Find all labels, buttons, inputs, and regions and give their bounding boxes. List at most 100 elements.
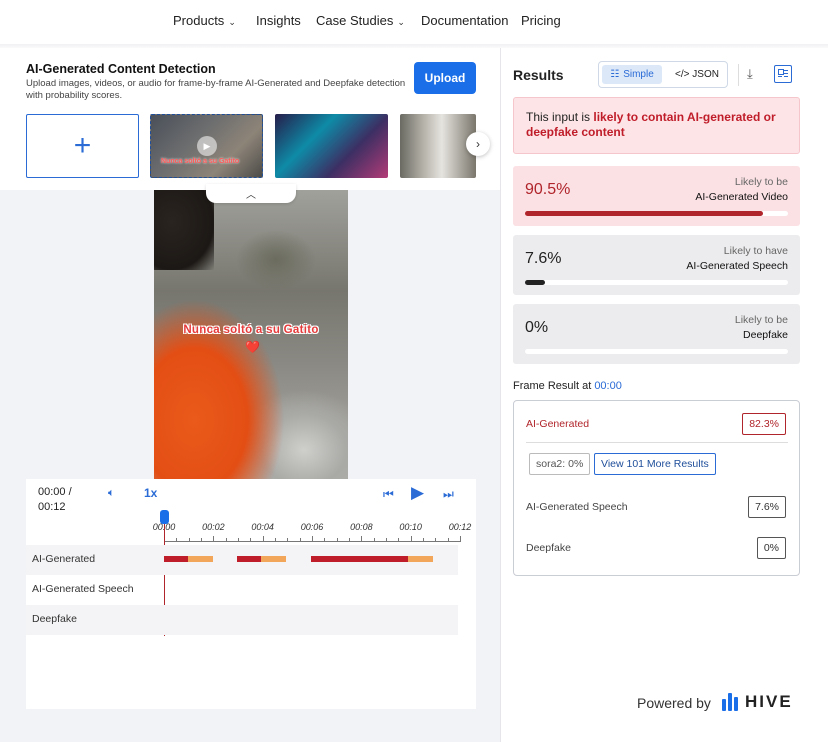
ruler-tick xyxy=(361,536,363,542)
view-more-results-button[interactable]: View 101 More Results xyxy=(594,453,716,475)
ruler-tick xyxy=(386,538,387,542)
ruler-tick xyxy=(435,538,437,542)
nav-insights[interactable]: Insights xyxy=(256,13,301,28)
score-bar-fill xyxy=(525,211,763,216)
score-label: AI-Generated Video xyxy=(695,191,788,203)
ruler-tick-label: 00:12 xyxy=(448,522,472,532)
ruler-tick xyxy=(373,538,375,542)
sample-thumbnail-interior[interactable] xyxy=(400,114,476,178)
toggle-simple[interactable]: ☷ Simple xyxy=(602,65,662,84)
volume-icon[interactable]: 🔈︎ xyxy=(108,487,115,500)
play-icon: ▶ xyxy=(197,136,217,156)
upload-button[interactable]: Upload xyxy=(414,62,476,94)
frame-divider xyxy=(526,442,788,443)
score-card-ai-speech: 7.6% Likely to have AI-Generated Speech xyxy=(513,235,800,295)
ruler-tick xyxy=(213,536,215,542)
ruler-tick xyxy=(201,538,202,542)
frame-deepfake-value: 0% xyxy=(756,537,786,559)
thumbnail-caption: Nunca soltó a su Gatito xyxy=(161,158,240,165)
sample-thumbnail-image[interactable] xyxy=(275,114,388,178)
report-view-icon[interactable] xyxy=(774,65,792,83)
ruler-tick xyxy=(410,536,412,542)
detector-title: AI-Generated Content Detection xyxy=(26,62,216,76)
detection-segment[interactable] xyxy=(261,556,286,562)
play-button[interactable]: ▶ xyxy=(411,483,424,503)
detector-description: Upload images, videos, or audio for fram… xyxy=(26,78,406,101)
ruler-tick xyxy=(250,538,252,542)
panel-divider xyxy=(500,48,501,742)
sample-thumbnail-video[interactable]: ▶ Nunca soltó a su Gatito xyxy=(150,114,263,178)
chevron-down-icon: ⌄ xyxy=(397,17,405,27)
score-bar xyxy=(525,211,788,216)
playhead-handle[interactable] xyxy=(160,510,169,524)
ruler-tick xyxy=(460,536,461,542)
collapse-toggle[interactable]: ︿ xyxy=(206,184,296,203)
frame-deepfake-label: Deepfake xyxy=(526,542,571,554)
score-value: 7.6% xyxy=(525,250,562,267)
toggle-json[interactable]: </> JSON xyxy=(669,65,725,84)
frame-ai-value: 82.3% xyxy=(742,413,786,435)
detection-segment[interactable] xyxy=(188,556,213,562)
ruler-tick xyxy=(398,538,400,542)
nav-documentation[interactable]: Documentation xyxy=(421,13,508,28)
ruler-tick-label: 00:08 xyxy=(350,522,373,532)
ruler-tick xyxy=(188,538,190,542)
time-display: 00:00 / 00:12 xyxy=(38,486,72,513)
list-icon: ☷ xyxy=(610,69,620,80)
chevron-right-icon: › xyxy=(476,137,480,151)
hive-logo-icon xyxy=(722,693,740,711)
ruler-tick xyxy=(225,538,227,542)
ruler-tick-label: 00:06 xyxy=(300,522,324,532)
verdict-alert: This input is likely to contain AI-gener… xyxy=(513,97,800,154)
score-card-deepfake: 0% Likely to be Deepfake xyxy=(513,304,800,364)
ruler-tick xyxy=(299,538,301,542)
score-label: AI-Generated Speech xyxy=(686,260,788,272)
view-mode-toggle: ☷ Simple </> JSON xyxy=(598,61,728,88)
ruler-tick xyxy=(423,538,424,542)
score-value: 0% xyxy=(525,319,549,336)
ruler-tick xyxy=(262,536,264,542)
ruler-tick-label: 00:02 xyxy=(202,522,225,532)
frame-speech-label: AI-Generated Speech xyxy=(526,501,628,513)
detection-segment[interactable] xyxy=(311,556,408,562)
detection-segment[interactable] xyxy=(408,556,433,562)
ruler-tick xyxy=(336,538,338,542)
ruler-tick xyxy=(447,538,449,542)
skip-forward-icon[interactable]: ⏭︎ xyxy=(443,487,454,502)
score-value: 90.5% xyxy=(525,181,571,198)
speed-button[interactable]: 1x xyxy=(144,486,157,500)
video-scene xyxy=(154,190,214,270)
score-bar xyxy=(525,349,788,354)
results-title: Results xyxy=(513,67,564,83)
nav-products[interactable]: Products ⌄ xyxy=(173,13,236,28)
track-label: AI-Generated Speech xyxy=(32,583,134,595)
score-subtitle: Likely to be xyxy=(734,314,788,326)
ruler-tick xyxy=(324,538,326,542)
detection-segment[interactable] xyxy=(237,556,261,562)
track-ai-generated: AI-Generated xyxy=(26,545,458,575)
powered-by-text: Powered by xyxy=(637,695,711,711)
video-caption: Nunca soltó a su Gatito xyxy=(183,324,319,336)
chevron-down-icon: ⌄ xyxy=(228,17,236,27)
toolbar-separator xyxy=(738,64,739,86)
nav-case-studies[interactable]: Case Studies ⌄ xyxy=(316,13,405,28)
detection-segment[interactable] xyxy=(164,556,188,562)
plus-icon: + xyxy=(73,129,92,162)
nav-pricing[interactable]: Pricing xyxy=(521,13,561,28)
skip-back-icon[interactable]: ⏮︎ xyxy=(383,487,394,502)
heart-icon: ❤️ xyxy=(245,340,260,354)
ruler-tick xyxy=(287,538,289,542)
add-media-button[interactable]: + xyxy=(26,114,139,178)
ruler-tick xyxy=(176,538,178,542)
score-subtitle: Likely to have xyxy=(723,245,788,257)
ruler-tick xyxy=(275,538,276,542)
track-deepfake: Deepfake xyxy=(26,605,458,635)
ruler-tick xyxy=(312,536,313,542)
score-card-ai-video: 90.5% Likely to be AI-Generated Video xyxy=(513,166,800,226)
ruler-tick xyxy=(238,538,239,542)
score-bar-fill xyxy=(525,280,545,285)
video-preview[interactable]: Nunca soltó a su Gatito ❤️ xyxy=(154,190,348,479)
download-icon[interactable]: ⤓ xyxy=(747,66,753,82)
carousel-next-button[interactable]: › xyxy=(466,132,490,156)
timeline-ruler[interactable]: 00:0000:0200:0400:0600:0800:1000:12 xyxy=(153,519,471,543)
